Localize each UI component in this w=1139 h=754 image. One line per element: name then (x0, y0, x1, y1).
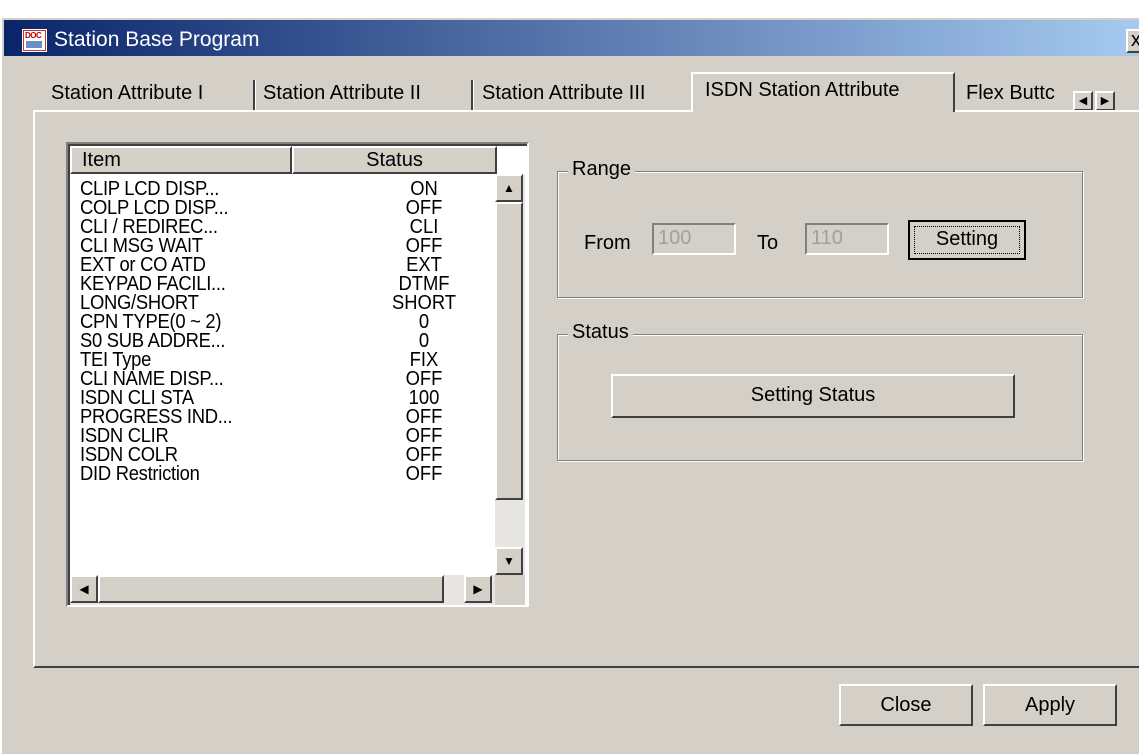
attribute-list[interactable]: Item Status CLIP LCD DISP... ON COLP LCD … (66, 142, 529, 607)
scroll-right-icon[interactable]: ▶ (464, 575, 492, 603)
vertical-scroll-thumb[interactable] (495, 202, 523, 500)
horizontal-scrollbar[interactable]: ◀ ▶ (70, 575, 495, 605)
setting-button-label: Setting (935, 228, 999, 250)
close-button[interactable]: Close (839, 684, 973, 726)
horizontal-scroll-thumb[interactable] (98, 575, 444, 603)
tab-station-attribute-3[interactable]: Station Attribute III (482, 78, 645, 110)
list-rows: CLIP LCD DISP... ON COLP LCD DISP... OFF C… (70, 174, 495, 605)
setting-button[interactable]: Setting (908, 220, 1026, 260)
tab-flex-button[interactable]: Flex Buttc (966, 78, 1071, 110)
column-header-status[interactable]: Status (292, 146, 497, 174)
list-item[interactable]: DID Restriction OFF (70, 464, 495, 484)
tab-scroll-left-icon[interactable]: ◀ (1073, 91, 1093, 111)
tab-station-attribute-2[interactable]: Station Attribute II (263, 78, 421, 110)
to-input[interactable]: 110 (805, 223, 889, 255)
range-group-label: Range (568, 158, 635, 181)
tab-station-attribute-1[interactable]: Station Attribute I (51, 78, 203, 110)
tab-isdn-station-attribute[interactable]: ISDN Station Attribute (691, 72, 955, 112)
column-header-item[interactable]: Item (70, 146, 292, 174)
scroll-down-icon[interactable]: ▼ (495, 547, 523, 575)
setting-status-button[interactable]: Setting Status (611, 374, 1015, 418)
tab-scroll-right-icon[interactable]: ▶ (1095, 91, 1115, 111)
from-input[interactable]: 100 (652, 223, 736, 255)
scroll-left-icon[interactable]: ◀ (70, 575, 98, 603)
scrollbar-corner (495, 575, 525, 605)
to-label: To (757, 232, 779, 254)
tab-strip: Station Attribute I Station Attribute II… (0, 0, 1139, 120)
status-group-label: Status (568, 321, 633, 344)
apply-button[interactable]: Apply (983, 684, 1117, 726)
vertical-scrollbar[interactable]: ▲ ▼ (495, 174, 525, 575)
from-label: From (584, 232, 631, 254)
scroll-up-icon[interactable]: ▲ (495, 174, 523, 202)
